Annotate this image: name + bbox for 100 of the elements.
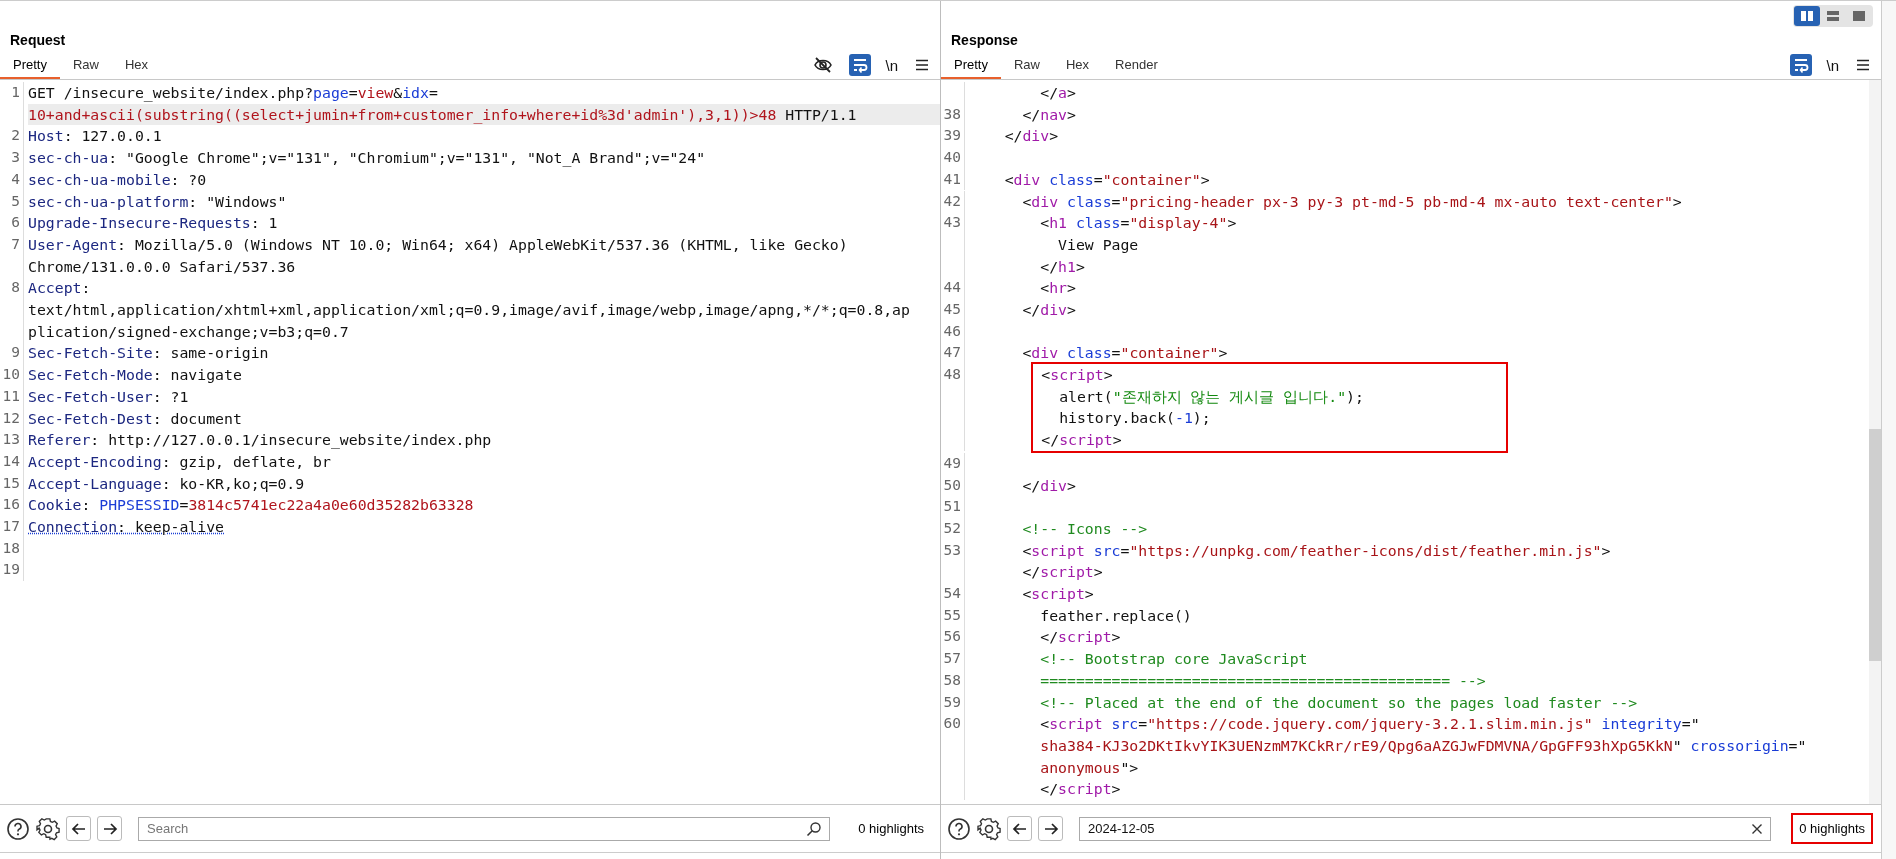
line-number: 39: [943, 127, 961, 144]
single-layout-icon: [1852, 10, 1866, 22]
search-field[interactable]: Search: [138, 816, 831, 841]
view-tab[interactable]: Hex: [1053, 51, 1103, 79]
line-number: 2: [11, 127, 20, 144]
word-wrap-icon[interactable]: [1790, 54, 1813, 76]
search-field[interactable]: 2024-12-05: [1079, 816, 1772, 841]
code-line: Accept:: [28, 278, 91, 299]
code-line: alert("존재하지 않는 게시글 입니다.");: [1058, 386, 1364, 407]
line-number: 48: [943, 366, 961, 383]
rows-layout-icon: [1826, 10, 1840, 22]
view-tab[interactable]: Raw: [59, 51, 112, 79]
newline-toggle[interactable]: \n: [1826, 56, 1839, 74]
line-number: 19: [2, 561, 20, 578]
previous-button[interactable]: [1007, 816, 1032, 841]
line-number: 56: [943, 628, 961, 645]
code-line: Sec-Fetch-User: ?1: [28, 386, 189, 407]
code-line: Host: 127.0.0.1: [28, 126, 162, 147]
code-line: <h1 class="display-4">: [1039, 213, 1237, 234]
line-number: 18: [2, 539, 20, 556]
code-line: <script src="https://unpkg.com/feather-icons/dist/feather.min.js">: [1021, 540, 1611, 561]
code-line: Referer: http://127.0.0.1/insecure_website/index.php: [28, 430, 492, 451]
code-line: sec-ch-ua: "Google Chrome";v="131", "Chromium";v="131", "Not_A Brand";v="24": [28, 148, 706, 169]
newline-toggle[interactable]: \n: [885, 56, 898, 74]
code-line: sha384-KJ3o2DKtIkvYIK3UENzmM7KCkRr/rE9/Qpg6aAZGJwFDMVNA/GpGFF93hXpG5KkN" crossorigin=": [1039, 735, 1807, 756]
view-tab[interactable]: Render: [1102, 51, 1171, 79]
code-line: history.back(-1);: [1058, 408, 1211, 429]
arrow-left-icon: [1011, 820, 1028, 837]
menu-icon[interactable]: [914, 57, 930, 73]
code-line: Chrome/131.0.0.0 Safari/537.36: [28, 256, 296, 277]
code-line: Accept-Language: ko-KR,ko;q=0.9: [28, 473, 305, 494]
line-number: 7: [11, 235, 20, 252]
code-line: Sec-Fetch-Site: same-origin: [28, 343, 269, 364]
search-icon[interactable]: [806, 820, 823, 837]
panel-title: Request: [9, 31, 67, 50]
help-icon[interactable]: [947, 816, 971, 841]
code-line: Accept-Encoding: gzip, deflate, br: [28, 451, 331, 472]
help-icon[interactable]: [6, 816, 30, 841]
code-line: <hr>: [1039, 278, 1076, 299]
line-number: 47: [943, 344, 961, 361]
line-number: 9: [11, 344, 20, 361]
line-number: 53: [943, 541, 961, 558]
layout-toggle-button[interactable]: [1794, 6, 1820, 26]
line-number: 54: [943, 585, 961, 602]
view-tab[interactable]: Raw: [1000, 51, 1053, 79]
line-number: 13: [2, 431, 20, 448]
code-line: User-Agent: Mozilla/5.0 (Windows NT 10.0; Win64; x64) AppleWebKit/537.36 (KHTML, like Gecko): [28, 234, 848, 255]
highlights-count: 0 highlights: [1791, 813, 1873, 844]
highlights-count: 0 highlights: [857, 820, 925, 838]
code-line: </a>: [1039, 83, 1076, 103]
line-number: 15: [2, 474, 20, 491]
code-line: View Page: [1057, 234, 1139, 255]
line-number: 17: [2, 518, 20, 535]
code-line: </div>: [1003, 126, 1059, 147]
line-number: 43: [943, 214, 961, 231]
menu-icon[interactable]: [1855, 57, 1871, 73]
line-number: 46: [943, 322, 961, 339]
line-number: 6: [11, 214, 20, 231]
code-line: Connection: keep-alive: [28, 517, 224, 538]
code-line: <div class="pricing-header px-3 py-3 pt-md-5 pb-md-4 mx-auto text-center">: [1021, 191, 1682, 212]
view-tab[interactable]: Pretty: [941, 51, 1001, 79]
code-line: Sec-Fetch-Mode: navigate: [28, 365, 242, 386]
line-number: 1: [11, 84, 20, 100]
code-line: <div class="container">: [1003, 169, 1210, 190]
word-wrap-icon[interactable]: [849, 54, 872, 76]
line-number: 5: [11, 192, 20, 209]
line-number: 38: [943, 105, 961, 122]
line-number: 40: [943, 149, 961, 166]
line-number: 50: [943, 476, 961, 493]
line-number: 14: [2, 452, 20, 469]
line-number: 4: [11, 170, 20, 187]
settings-icon[interactable]: [977, 816, 1001, 841]
code-line: GET /insecure_website/index.php?page=view&idx=: [28, 83, 438, 104]
next-button[interactable]: [1038, 816, 1063, 841]
clear-icon[interactable]: [1751, 822, 1764, 835]
previous-button[interactable]: [66, 816, 91, 841]
code-line: feather.replace(): [1039, 605, 1192, 626]
code-line: sec-ch-ua-platform: "Windows": [28, 191, 287, 212]
line-number: 49: [943, 454, 961, 471]
line-number: 57: [943, 650, 961, 667]
line-number: 44: [943, 279, 961, 296]
eye-slash-icon[interactable]: [813, 55, 834, 75]
view-tab[interactable]: Hex: [112, 51, 162, 79]
line-number: 3: [11, 149, 20, 166]
scrollbar[interactable]: [1869, 80, 1881, 804]
code-line: <!-- Placed at the end of the document so the pages load faster -->: [1039, 692, 1638, 713]
code-line: <div class="container">: [1021, 343, 1228, 364]
code-line: </div>: [1021, 475, 1076, 496]
code-line: Upgrade-Insecure-Requests: 1: [28, 213, 278, 234]
code-line: Cookie: PHPSESSID=3814c5741ec22a4a0e60d35282b63328: [28, 495, 474, 516]
code-line: <script>: [1041, 365, 1113, 386]
code-line: </script>: [1041, 430, 1122, 451]
view-tab[interactable]: Pretty: [0, 51, 60, 79]
next-button[interactable]: [97, 816, 122, 841]
code-line: ============================================== -->: [1039, 670, 1486, 691]
code-line: <script>: [1021, 584, 1094, 605]
columns-layout-icon: [1800, 10, 1814, 22]
code-line: sec-ch-ua-mobile: ?0: [28, 169, 207, 190]
settings-icon[interactable]: [36, 816, 60, 841]
line-number: 41: [943, 170, 961, 187]
